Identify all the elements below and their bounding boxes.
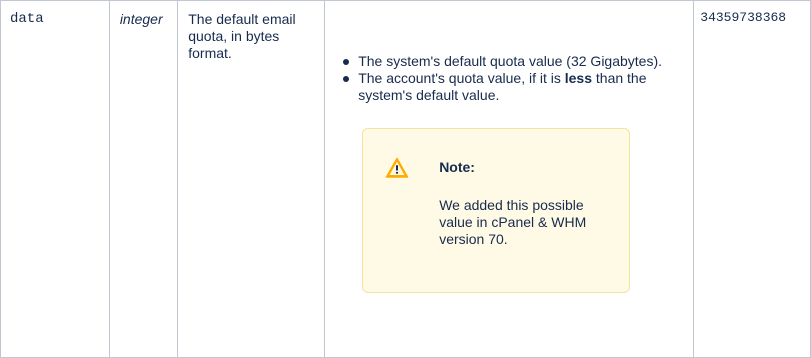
parameter-description: The default email quota, in bytes format… <box>188 11 296 61</box>
warning-icon <box>385 157 409 178</box>
table-row: data integer The default email quota, in… <box>0 0 811 358</box>
value-item-2-prefix: The account's quota value, if it is <box>358 70 565 86</box>
list-item: The system's default quota value (32 Gig… <box>343 53 683 70</box>
bullet-icon <box>343 59 350 65</box>
note-panel: Note: We added this possible value in cP… <box>362 128 631 293</box>
note-title: Note: <box>439 159 475 175</box>
bullet-icon <box>343 76 350 82</box>
list-item: The account's quota value, if it is less… <box>343 70 683 104</box>
value-item-1: The system's default quota value (32 Gig… <box>358 53 663 69</box>
possible-values-cell: The system's default quota value (32 Gig… <box>324 0 695 358</box>
example-cell: 34359738368 <box>693 0 811 358</box>
parameter-cell: data <box>0 0 110 358</box>
parameter-type: integer <box>119 11 163 27</box>
parameter-table: data integer The default email quota, in… <box>0 0 811 358</box>
note-body: We added this possible value in cPanel &… <box>439 197 587 247</box>
description-cell: The default email quota, in bytes format… <box>177 0 326 358</box>
value-item-2-bold: less <box>564 70 592 86</box>
parameter-name: data <box>10 11 44 27</box>
possible-values-list: The system's default quota value (32 Gig… <box>335 53 683 104</box>
example-value: 34359738368 <box>700 10 787 25</box>
type-cell: integer <box>108 0 179 358</box>
